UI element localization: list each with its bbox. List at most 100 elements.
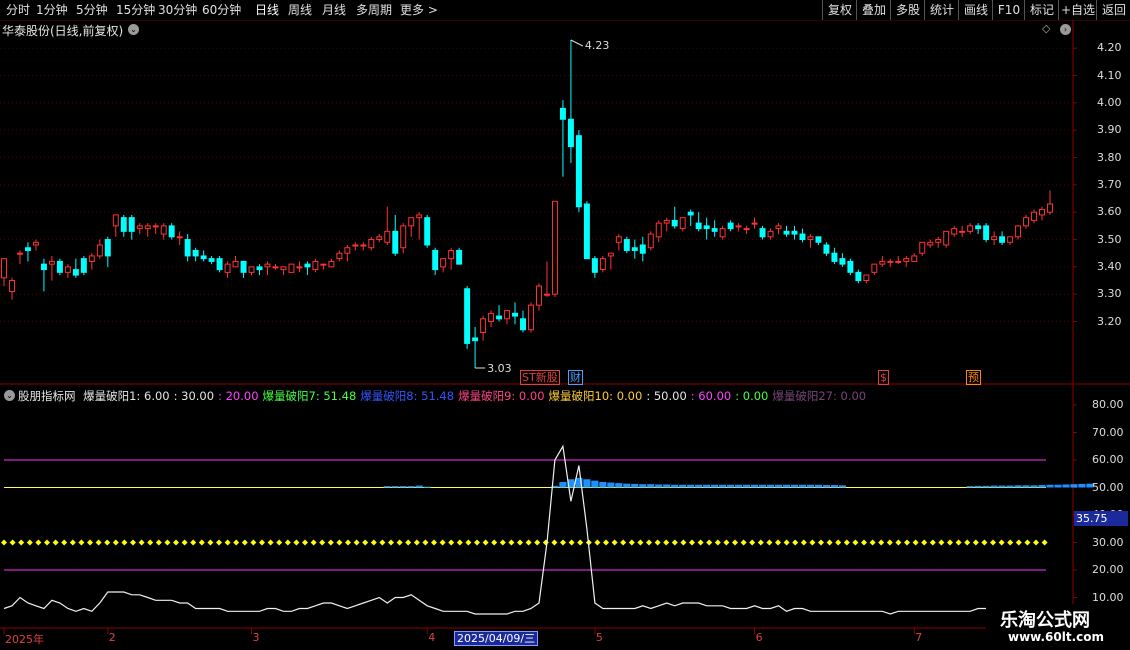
- diamond-dot: [336, 539, 343, 546]
- diamond-dot: [783, 539, 790, 546]
- candle-body: [96, 244, 103, 257]
- indicator-tick-label-5: 30.00: [1092, 535, 1124, 549]
- indicator-bar: [1030, 485, 1038, 488]
- price-tick-label-5: 3.70: [1097, 177, 1122, 191]
- indicator-bar: [990, 485, 998, 488]
- indicator-bar: [806, 484, 815, 488]
- candle-body: [615, 236, 622, 243]
- candle-body: [320, 263, 327, 266]
- candle-body: [432, 249, 439, 271]
- diamond-dot: [749, 539, 756, 546]
- indicator-menu-icon[interactable]: ⌄: [4, 390, 15, 401]
- diamond-dot: [431, 539, 437, 546]
- candle-body: [631, 247, 638, 251]
- indicator-bar: [814, 484, 823, 488]
- diamond-dot: [448, 539, 455, 546]
- indicator-tick-label-2: 60.00: [1092, 453, 1124, 466]
- indicator-bar: [774, 484, 783, 488]
- candle-body: [735, 225, 742, 228]
- diamond-dot: [689, 539, 695, 546]
- diamond-dot: [904, 539, 910, 546]
- diamond-dot: [112, 539, 119, 546]
- candle-body: [663, 219, 670, 224]
- indicator-bar: [735, 484, 743, 488]
- event-marker-0[interactable]: ST新股: [520, 370, 560, 385]
- indicator-param-4: 爆量破阳8: 51.48: [360, 389, 455, 403]
- indicator-bar: [631, 483, 639, 488]
- price-tick-label-3: 3.90: [1097, 123, 1122, 137]
- diamond-dot: [370, 539, 377, 546]
- diamond-dot: [181, 539, 188, 546]
- indicator-bar: [838, 485, 846, 488]
- candle-body: [32, 241, 39, 246]
- diamond-dot: [809, 539, 816, 546]
- indicator-bar: [1062, 484, 1070, 488]
- candle-body: [112, 214, 119, 227]
- candle-body: [863, 274, 870, 282]
- indicator-param-6: 爆量破阳10: 0.00: [548, 389, 643, 403]
- candle-body: [176, 236, 183, 239]
- diamond-dot: [1015, 539, 1022, 546]
- indicator-bar: [399, 486, 407, 488]
- candle-body: [512, 312, 518, 317]
- candle-body: [160, 225, 167, 235]
- candle-body: [64, 266, 71, 273]
- diamond-dot: [603, 539, 609, 546]
- diamond-dot: [568, 539, 575, 546]
- diamond-dot: [964, 539, 971, 546]
- candle-body: [136, 225, 143, 230]
- candle-body: [248, 266, 255, 273]
- indicator-tick-label-3: 50.00: [1092, 480, 1124, 494]
- indicator-bars: [383, 477, 1094, 488]
- kline-chart[interactable]: [0, 0, 1130, 650]
- candle-body: [543, 293, 550, 296]
- candle-body: [56, 260, 63, 273]
- diamond-dot: [379, 539, 386, 546]
- diamond-dot: [757, 539, 764, 546]
- indicator-bar: [647, 484, 655, 488]
- indicator-bar: [695, 484, 703, 488]
- candle-body: [120, 217, 127, 232]
- candle-body: [520, 318, 526, 331]
- candle-body: [775, 225, 782, 230]
- diamond-dot: [474, 539, 480, 546]
- event-marker-2[interactable]: $: [878, 370, 889, 385]
- candle-body: [855, 271, 862, 282]
- diamond-dot: [138, 539, 145, 546]
- indicator-current-value: 35.75: [1074, 511, 1128, 526]
- price-tick-label-6: 3.60: [1097, 205, 1122, 219]
- diamond-dot: [87, 539, 93, 546]
- candle-body: [575, 135, 582, 208]
- diamond-dot: [388, 539, 394, 546]
- candle-body: [759, 228, 766, 238]
- indicator-bar: [711, 484, 719, 488]
- indicator-param-1: : 30.00: [173, 389, 215, 403]
- diamond-dot: [723, 539, 730, 546]
- candle-body: [24, 247, 31, 251]
- diamond-dot: [981, 539, 988, 546]
- candle-body: [695, 222, 702, 230]
- candle-body: [911, 255, 918, 262]
- diamond-dot: [482, 539, 489, 546]
- indicator-bar: [750, 484, 759, 488]
- candle-body: [208, 258, 215, 262]
- diamond-dot: [714, 539, 721, 546]
- price-tick-label-9: 3.30: [1097, 287, 1122, 301]
- diamond-dot: [216, 539, 222, 546]
- candle-body: [751, 222, 758, 225]
- event-marker-1[interactable]: 财: [568, 370, 583, 385]
- candle-body: [799, 233, 806, 241]
- date-label-3: 4: [428, 631, 436, 644]
- candle-body: [1, 258, 7, 279]
- candle-body: [783, 230, 790, 235]
- diamond-dot: [44, 539, 50, 546]
- candle-body: [496, 315, 503, 320]
- diamond-dot: [620, 539, 627, 546]
- candle-body: [871, 263, 878, 273]
- diamond-dot: [233, 539, 240, 546]
- indicator-bar: [782, 484, 791, 488]
- event-marker-3[interactable]: 预: [966, 370, 981, 385]
- candle-body: [416, 214, 423, 219]
- date-label-6: 7: [915, 631, 923, 644]
- indicator-param-10: 爆量破阳27: 0.00: [772, 389, 867, 403]
